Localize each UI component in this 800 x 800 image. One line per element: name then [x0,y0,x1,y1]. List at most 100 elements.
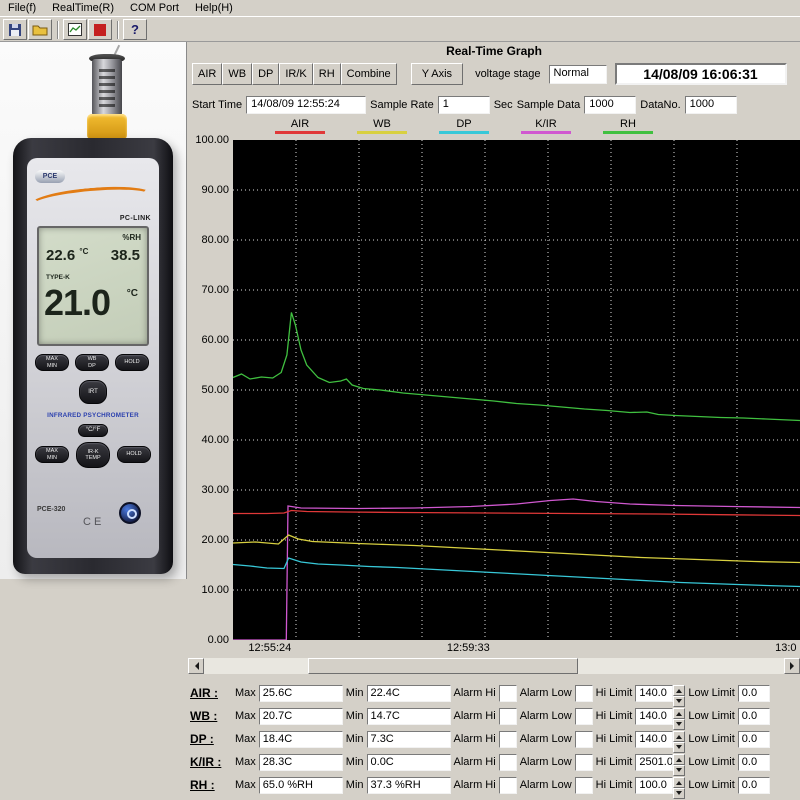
arrow-down-icon [676,745,682,752]
hi-limit-value[interactable]: 140.0 [635,685,673,702]
arrow-up-icon [676,709,682,716]
y-tick-label: 60.00 [201,334,229,346]
scroll-left-button[interactable] [188,658,204,674]
sample-info-row: Start Time 14/08/09 12:55:24 Sample Rate… [192,95,798,115]
alarm-hi-indicator [499,685,517,702]
alarm-low-indicator [575,708,593,725]
help-button[interactable]: ? [123,19,147,40]
arrow-left-icon [191,662,199,670]
legend-label: RH [620,118,636,130]
channel-label: AIR : [190,686,232,700]
y-tick-label: 90.00 [201,184,229,196]
spin-buttons [673,731,685,748]
spin-up-button[interactable] [673,731,685,742]
hi-limit-value[interactable]: 140.0 [635,708,673,725]
spin-up-button[interactable] [673,708,685,719]
low-limit-label: Low Limit [688,733,734,745]
start-time-label: Start Time [192,99,242,111]
menu-com-port[interactable]: COM Port [122,1,187,15]
device-body: PCE PC-LINK %RH 22.6 °C 38.5 TYPE-K 21.0… [13,138,173,574]
spin-up-button[interactable] [673,754,685,765]
arrow-right-icon [790,662,798,670]
scroll-right-button[interactable] [784,658,800,674]
low-limit-label: Low Limit [688,687,734,699]
stop-button[interactable] [88,19,112,40]
spin-down-button[interactable] [673,696,685,707]
max-label: Max [235,687,256,699]
legend-color-bar [357,131,407,134]
start-logging-button[interactable] [63,19,87,40]
ce-mark: CE [83,516,104,528]
device-button-hold2: HOLD [117,446,151,463]
min-label: Min [346,710,364,722]
channel-button-irk[interactable]: IR/K [279,63,312,85]
toolbar-separator [57,21,59,39]
hi-limit-value[interactable]: 100.0 [635,777,673,794]
channel-button-rh[interactable]: RH [313,63,341,85]
save-button[interactable] [3,19,27,40]
table-row-air: AIR :Max25.6CMin22.4CAlarm HiAlarm LowHi… [190,682,798,704]
sample-data-label: Sample Data [517,99,581,111]
channel-button-dp[interactable]: DP [252,63,279,85]
hi-limit-spinner[interactable]: 140.0 [635,731,685,748]
spin-down-button[interactable] [673,742,685,753]
max-label: Max [235,756,256,768]
channel-button-wb[interactable]: WB [222,63,252,85]
channel-label: WB : [190,709,232,723]
spin-down-button[interactable] [673,765,685,776]
table-row-dp: DP :Max18.4CMin7.3CAlarm HiAlarm LowHi L… [190,728,798,750]
max-value: 65.0 %RH [259,777,343,794]
menu-file[interactable]: File(f) [0,1,44,15]
y-tick-label: 80.00 [201,234,229,246]
channel-button-combine[interactable]: Combine [341,63,397,85]
menu-bar: File(f) RealTime(R) COM Port Help(H) [0,0,800,17]
hi-limit-spinner[interactable]: 140.0 [635,685,685,702]
menu-help[interactable]: Help(H) [187,1,241,15]
alarm-low-label: Alarm Low [520,687,572,699]
brand-logo: PCE [35,170,65,183]
max-label: Max [235,710,256,722]
y-tick-label: 20.00 [201,534,229,546]
voltage-stage-select[interactable]: Normal [549,65,607,84]
channel-label: RH : [190,778,232,792]
spin-up-button[interactable] [673,685,685,696]
spin-buttons [673,777,685,794]
device-button-irk-temp: IR-K TEMP [76,442,110,468]
min-value: 0.0C [367,754,451,771]
sample-rate-unit: Sec [494,99,513,111]
open-button[interactable] [28,19,52,40]
low-limit-value: 0.0 [738,708,770,725]
arrow-up-icon [676,732,682,739]
hi-limit-value[interactable]: 2501.0 [635,754,673,771]
alarm-hi-indicator [499,754,517,771]
scroll-thumb[interactable] [308,658,578,674]
alarm-hi-indicator [499,731,517,748]
min-label: Min [346,756,364,768]
y-axis-labels: 0.0010.0020.0030.0040.0050.0060.0070.008… [188,140,231,640]
hi-limit-value[interactable]: 140.0 [635,731,673,748]
hi-limit-spinner[interactable]: 100.0 [635,777,685,794]
spin-down-button[interactable] [673,719,685,730]
y-tick-label: 30.00 [201,484,229,496]
y-tick-label: 0.00 [208,634,229,646]
hi-limit-spinner[interactable]: 2501.0 [635,754,685,771]
legend-item-air: AIR [275,118,325,138]
alarm-low-indicator [575,754,593,771]
menu-realtime[interactable]: RealTime(R) [44,1,122,15]
horizontal-scrollbar[interactable] [188,658,800,674]
alarm-hi-label: Alarm Hi [454,687,496,699]
graph-panel: Real-Time Graph AIR WB DP IR/K RH Combin… [188,42,800,800]
spin-down-button[interactable] [673,788,685,799]
y-tick-label: 10.00 [201,584,229,596]
y-axis-button[interactable]: Y Axis [411,63,463,85]
lcd-type-label: TYPE-K [46,274,70,281]
device-button-hold: HOLD [115,354,149,371]
spin-up-button[interactable] [673,777,685,788]
y-tick-label: 50.00 [201,384,229,396]
alarm-hi-label: Alarm Hi [454,756,496,768]
low-limit-label: Low Limit [688,756,734,768]
sample-rate-value[interactable]: 1 [438,96,490,114]
channel-button-air[interactable]: AIR [192,63,222,85]
hi-limit-spinner[interactable]: 140.0 [635,708,685,725]
alarm-low-indicator [575,685,593,702]
